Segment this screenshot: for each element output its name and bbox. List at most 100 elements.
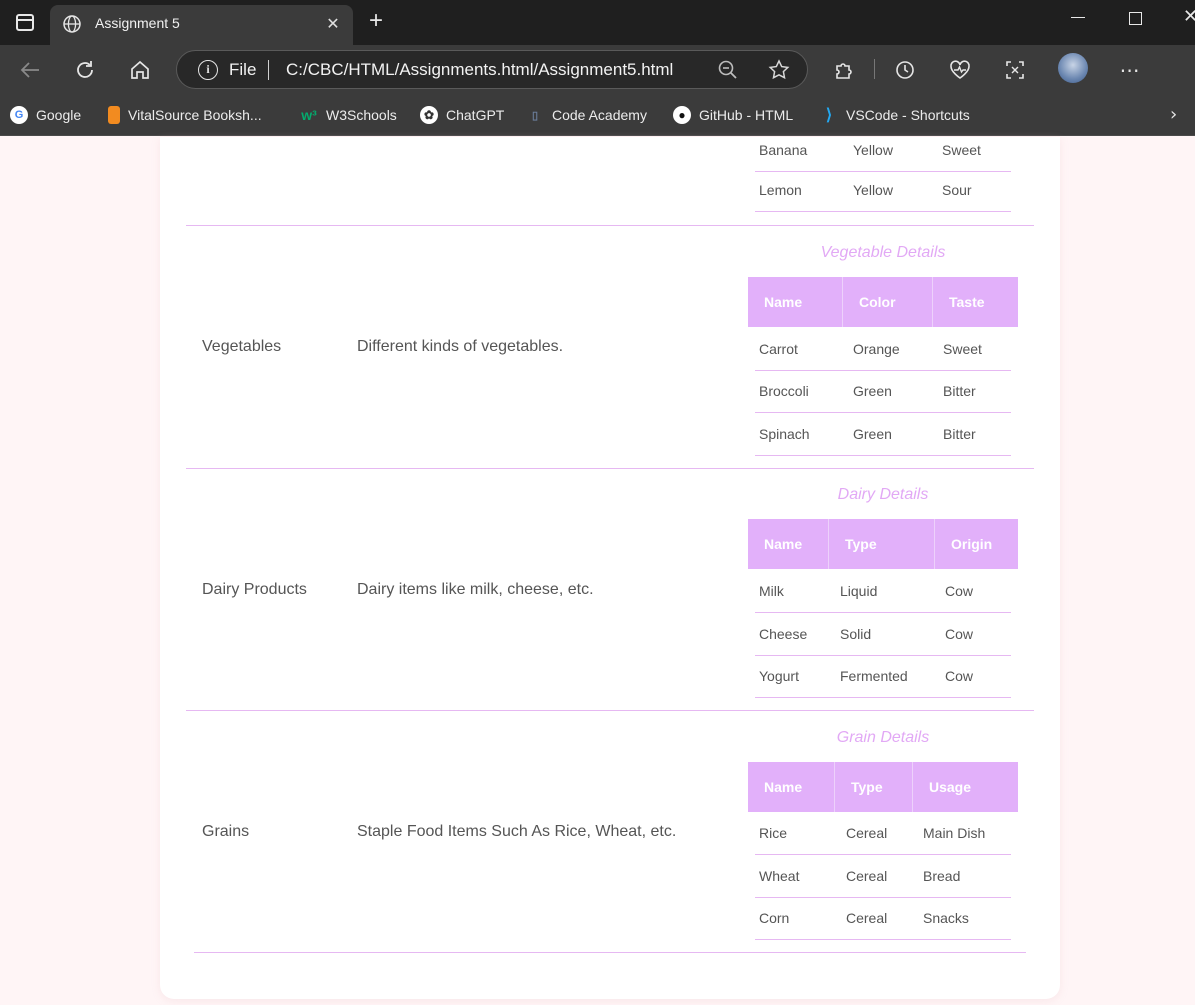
table-row: Milk Liquid Cow xyxy=(755,571,1011,613)
table-row: Cheese Solid Cow xyxy=(755,614,1011,656)
favorite-star-icon[interactable] xyxy=(767,58,791,82)
bookmark-vscode[interactable]: ⟩ VSCode - Shortcuts xyxy=(820,104,970,126)
vscode-icon: ⟩ xyxy=(825,107,833,124)
table-header-row: Name Color Taste xyxy=(748,277,1018,327)
table-row: Spinach Green Bitter xyxy=(755,414,1011,456)
category-row-vegetables: Vegetables Different kinds of vegetables… xyxy=(186,226,1034,469)
table-cell: Cereal xyxy=(846,825,888,841)
table-cell: Sweet xyxy=(943,341,982,357)
globe-icon xyxy=(63,15,81,33)
category-name: Dairy Products xyxy=(202,581,307,598)
heart-pulse-icon xyxy=(950,60,970,79)
table-cell: Cow xyxy=(945,583,974,599)
close-window-icon[interactable]: ✕ xyxy=(1183,6,1195,27)
table-cell: Cow xyxy=(945,626,974,642)
table-cell: Cow xyxy=(945,668,974,684)
category-name: Grains xyxy=(202,823,250,840)
chevron-right-icon[interactable]: › xyxy=(1170,104,1177,125)
screenshot-button[interactable] xyxy=(1001,56,1029,84)
bookmarks-bar: G Google VitalSource Booksh... w³ W3Scho… xyxy=(0,94,1195,136)
toolbar-divider xyxy=(874,59,875,79)
category-row-dairy: Dairy Products Dairy items like milk, ch… xyxy=(186,468,1034,711)
profile-avatar[interactable] xyxy=(1058,53,1088,83)
table-row: Broccoli Green Bitter xyxy=(755,371,1011,413)
column-header: Name xyxy=(748,277,843,327)
table-row: Corn Cereal Snacks xyxy=(755,898,1011,940)
table-row: Lemon Yellow Sour xyxy=(755,170,1011,212)
column-header: Color xyxy=(843,277,933,327)
maximize-window-icon[interactable] xyxy=(1129,12,1142,25)
table-cell: Spinach xyxy=(759,426,810,442)
history-icon xyxy=(896,61,914,79)
table-cell: Cereal xyxy=(846,910,888,926)
new-tab-button[interactable]: + xyxy=(364,9,388,34)
bookmark-w3schools[interactable]: w³ W3Schools xyxy=(300,104,397,126)
bookmark-label: GitHub - HTML xyxy=(699,107,794,123)
history-button[interactable] xyxy=(891,56,919,84)
bookmark-label: W3Schools xyxy=(326,107,397,123)
back-button[interactable] xyxy=(16,56,44,84)
table-cell: Green xyxy=(853,426,892,442)
table-cell: Solid xyxy=(840,626,872,642)
minimize-window-icon[interactable] xyxy=(1071,17,1085,18)
bookmark-chatgpt[interactable]: ✿ ChatGPT xyxy=(420,104,504,126)
refresh-button[interactable] xyxy=(71,56,99,84)
navigation-bar: i File C:/CBC/HTML/Assignments.html/Assi… xyxy=(0,45,1195,94)
address-separator xyxy=(268,60,269,80)
site-info-icon[interactable]: i xyxy=(198,60,218,80)
browser-essentials-button[interactable] xyxy=(946,56,974,84)
codeacademy-icon: ▯ xyxy=(531,109,539,122)
address-url[interactable]: C:/CBC/HTML/Assignments.html/Assignment5… xyxy=(286,60,673,80)
table-row: Carrot Orange Sweet xyxy=(755,329,1011,371)
table-caption: Vegetable Details xyxy=(820,244,946,261)
table-caption: Grain Details xyxy=(836,729,930,746)
bookmark-codeacademy[interactable]: ▯ Code Academy xyxy=(526,104,647,126)
category-row-grains: Grains Staple Food Items Such As Rice, W… xyxy=(186,711,1034,953)
close-tab-icon[interactable]: ✕ xyxy=(323,14,343,34)
address-bar[interactable]: i File C:/CBC/HTML/Assignments.html/Assi… xyxy=(176,50,808,89)
tab-actions-icon[interactable] xyxy=(16,14,34,31)
bookmark-label: Google xyxy=(36,107,82,123)
bookmark-label: VSCode - Shortcuts xyxy=(846,107,970,123)
screenshot-icon xyxy=(1006,61,1024,79)
table-caption: Dairy Details xyxy=(837,486,929,503)
bookmark-github[interactable]: ● GitHub - HTML xyxy=(673,104,793,126)
bookmark-vitalsource[interactable]: VitalSource Booksh... xyxy=(108,104,262,126)
w3schools-icon: w³ xyxy=(301,107,317,123)
category-description: Dairy items like milk, cheese, etc. xyxy=(357,581,594,598)
home-button[interactable] xyxy=(126,56,154,84)
table-header-row: Name Type Origin xyxy=(748,519,1018,569)
column-header: Origin xyxy=(951,536,993,552)
active-tab[interactable]: Assignment 5 ✕ xyxy=(50,5,353,45)
table-cell: Green xyxy=(853,383,892,399)
table-cell: Bitter xyxy=(943,383,976,399)
chatgpt-icon: ✿ xyxy=(420,106,438,124)
bookmark-label: Code Academy xyxy=(552,107,647,123)
zoom-out-icon[interactable] xyxy=(717,59,739,81)
table-cell: Bitter xyxy=(943,426,976,442)
category-description: Staple Food Items Such As Rice, Wheat, e… xyxy=(357,823,677,840)
table-cell: Lemon xyxy=(759,182,802,198)
vitalsource-icon xyxy=(108,106,120,124)
table-cell: Milk xyxy=(759,583,784,599)
table-cell: Broccoli xyxy=(759,383,809,399)
table-cell: Cheese xyxy=(759,626,808,642)
row-divider xyxy=(194,952,1026,953)
home-icon xyxy=(131,60,149,79)
table-cell: Sour xyxy=(942,182,972,198)
table-cell: Snacks xyxy=(923,910,969,926)
table-row: Rice Cereal Main Dish xyxy=(755,813,1011,855)
table-row: Yogurt Fermented Cow xyxy=(755,656,1011,698)
extensions-button[interactable] xyxy=(830,56,858,84)
column-header: Name xyxy=(748,519,829,569)
back-arrow-icon xyxy=(20,62,39,78)
content-card: Banana Yellow Sweet Lemon Yellow Sour Ve… xyxy=(160,137,1060,999)
table-cell: Carrot xyxy=(759,341,798,357)
table-cell: Banana xyxy=(759,142,808,158)
table-cell: Yellow xyxy=(853,182,893,198)
table-cell: Fermented xyxy=(840,668,908,684)
more-options-icon[interactable]: ⋯ xyxy=(1116,56,1144,84)
refresh-icon xyxy=(77,61,93,78)
bookmark-google[interactable]: G Google xyxy=(10,104,81,126)
category-row-fruits-partial: Banana Yellow Sweet Lemon Yellow Sour xyxy=(186,137,1034,226)
